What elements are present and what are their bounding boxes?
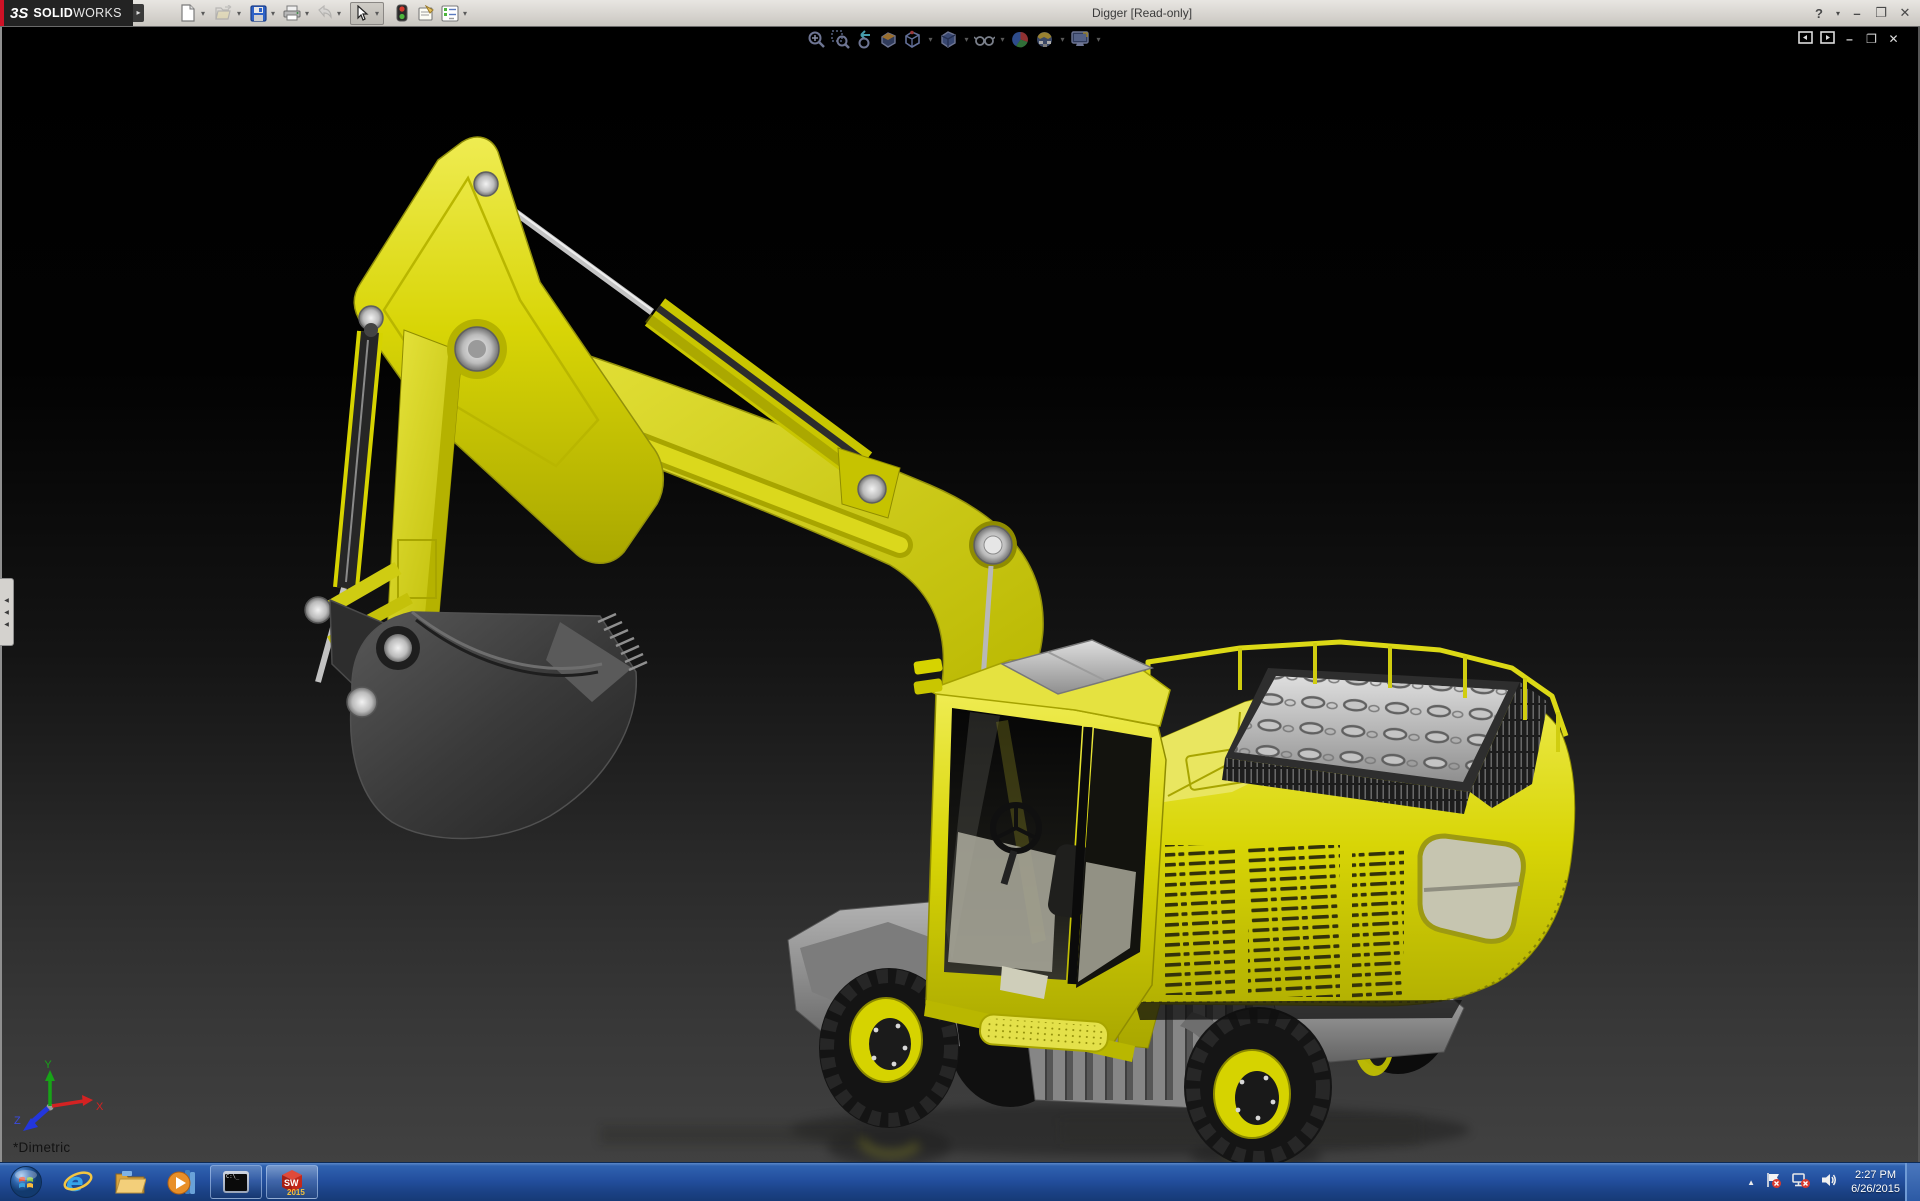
dropdown-arrow-icon[interactable]: ▾ xyxy=(460,9,470,18)
taskbar: e C:\_ SW 2015 ▲ xyxy=(0,1162,1920,1201)
undo-icon[interactable] xyxy=(314,3,334,23)
excavator-model[interactable]: Y X Z xyxy=(0,0,1920,1200)
front-right-wheel xyxy=(1184,1007,1332,1167)
dropdown-arrow-icon[interactable]: ▾ xyxy=(302,9,312,18)
dropdown-arrow-icon: ▾ xyxy=(372,9,382,18)
svg-text:SW: SW xyxy=(284,1178,299,1188)
main-toolbar: ▾ ▾ ▾ ▾ ▾ ▾ ▾ xyxy=(172,2,470,24)
document-window-controls: – ❐ ✕ xyxy=(1798,31,1901,47)
show-desktop-button[interactable] xyxy=(1905,1163,1920,1201)
help-button[interactable]: ? xyxy=(1810,6,1828,21)
triad-y-label: Y xyxy=(44,1059,52,1071)
previous-view-icon[interactable] xyxy=(854,29,875,50)
headsup-view-toolbar: ▾ ▾ ▾ ▾ ▾ xyxy=(806,29,1103,50)
cab xyxy=(913,640,1170,1062)
options-icon[interactable] xyxy=(440,3,460,23)
dropdown-arrow-icon[interactable]: ▾ xyxy=(1094,35,1103,44)
command-prompt-taskbar-button[interactable]: C:\_ xyxy=(210,1165,262,1199)
dropdown-arrow-icon[interactable]: ▾ xyxy=(268,9,278,18)
section-view-icon[interactable] xyxy=(878,29,899,50)
solidworks-taskbar-button[interactable]: SW 2015 xyxy=(266,1165,318,1199)
open-icon[interactable] xyxy=(214,3,234,23)
triad-z-label: Z xyxy=(14,1115,21,1127)
print-icon[interactable] xyxy=(282,3,302,23)
dropdown-arrow-icon[interactable]: ▾ xyxy=(962,35,971,44)
action-center-icon[interactable] xyxy=(1764,1171,1782,1194)
display-style-icon[interactable] xyxy=(938,29,959,50)
save-icon[interactable] xyxy=(248,3,268,23)
select-tool-button[interactable]: ▾ xyxy=(350,2,384,25)
dropdown-arrow-icon[interactable]: ▾ xyxy=(334,9,344,18)
excavator-body xyxy=(1118,642,1575,1048)
media-player-icon[interactable] xyxy=(156,1165,208,1199)
view-orientation-label: *Dimetric xyxy=(13,1140,70,1155)
network-status-icon[interactable] xyxy=(1791,1171,1811,1194)
triad-x-label: X xyxy=(96,1101,104,1113)
solidworks-menu-expand-icon[interactable]: ▸ xyxy=(133,4,144,22)
dropdown-arrow-icon[interactable]: ▾ xyxy=(1058,35,1067,44)
collapse-arrow-icon: ◀ xyxy=(4,609,9,616)
titlebar: 3S SOLID WORKS ▸ ▾ ▾ ▾ ▾ ▾ ▾ xyxy=(0,0,1920,27)
volume-icon[interactable] xyxy=(1820,1172,1838,1193)
collapse-arrow-icon: ◀ xyxy=(4,597,9,604)
rebuild-icon[interactable] xyxy=(392,3,412,23)
solidworks-2015-icon: SW 2015 xyxy=(277,1167,307,1197)
command-prompt-screen: C:\_ xyxy=(225,1174,247,1191)
show-hidden-icons-button[interactable]: ▲ xyxy=(1747,1178,1755,1187)
apply-scene-icon[interactable] xyxy=(1034,29,1055,50)
system-tray: ▲ 2:27 PM 6/26/2015 xyxy=(1747,1163,1900,1201)
dropdown-arrow-icon[interactable]: ▾ xyxy=(1834,9,1842,18)
floor-reflection xyxy=(600,1104,1470,1169)
windows-explorer-icon[interactable] xyxy=(104,1165,156,1199)
document-restore-button[interactable]: ❐ xyxy=(1864,32,1879,46)
select-cursor-icon xyxy=(352,3,372,23)
3ds-logo-mark: 3S xyxy=(10,5,28,22)
zoom-to-area-icon[interactable] xyxy=(830,29,851,50)
orientation-triad: Y X Z xyxy=(14,1059,104,1131)
dropdown-arrow-icon[interactable]: ▾ xyxy=(234,9,244,18)
internet-explorer-icon[interactable]: e xyxy=(52,1165,104,1199)
restore-button[interactable]: ❐ xyxy=(1872,5,1890,21)
file-properties-icon[interactable] xyxy=(416,3,436,23)
hide-show-items-icon[interactable] xyxy=(974,29,995,50)
new-document-icon[interactable] xyxy=(178,3,198,23)
start-button[interactable] xyxy=(0,1165,52,1199)
featuremanager-collapsed-tab[interactable]: ◀ ◀ ◀ xyxy=(0,578,14,646)
zoom-to-fit-icon[interactable] xyxy=(806,29,827,50)
bucket xyxy=(305,568,647,839)
window-title: Digger [Read-only] xyxy=(1092,6,1192,20)
brand-bold-text: SOLID xyxy=(33,6,73,20)
restore-pane-right-icon[interactable] xyxy=(1820,31,1835,47)
brand-red-stripe xyxy=(0,0,4,26)
command-prompt-icon: C:\_ xyxy=(223,1171,249,1193)
window-controls: ? ▾ – ❐ ✕ xyxy=(1810,0,1914,26)
minimize-button[interactable]: – xyxy=(1848,6,1866,21)
svg-text:2015: 2015 xyxy=(287,1188,305,1197)
view-settings-icon[interactable] xyxy=(1070,29,1091,50)
brand-light-text: WORKS xyxy=(73,6,122,20)
document-minimize-button[interactable]: – xyxy=(1842,32,1857,46)
close-button[interactable]: ✕ xyxy=(1896,5,1914,21)
dropdown-arrow-icon[interactable]: ▾ xyxy=(998,35,1007,44)
view-orientation-icon[interactable] xyxy=(902,29,923,50)
collapse-arrow-icon: ◀ xyxy=(4,621,9,628)
dropdown-arrow-icon[interactable]: ▾ xyxy=(198,9,208,18)
solidworks-app-window: { "window": { "brand_mark": "3S", "brand… xyxy=(0,0,1920,1200)
document-close-button[interactable]: ✕ xyxy=(1886,32,1901,46)
solidworks-logo[interactable]: 3S SOLID WORKS xyxy=(0,0,133,26)
dropdown-arrow-icon[interactable]: ▾ xyxy=(926,35,935,44)
edit-appearance-icon[interactable] xyxy=(1010,29,1031,50)
taskbar-clock[interactable]: 2:27 PM 6/26/2015 xyxy=(1851,1168,1900,1196)
restore-pane-left-icon[interactable] xyxy=(1798,31,1813,47)
clock-time: 2:27 PM xyxy=(1851,1168,1900,1182)
clock-date: 6/26/2015 xyxy=(1851,1182,1900,1196)
